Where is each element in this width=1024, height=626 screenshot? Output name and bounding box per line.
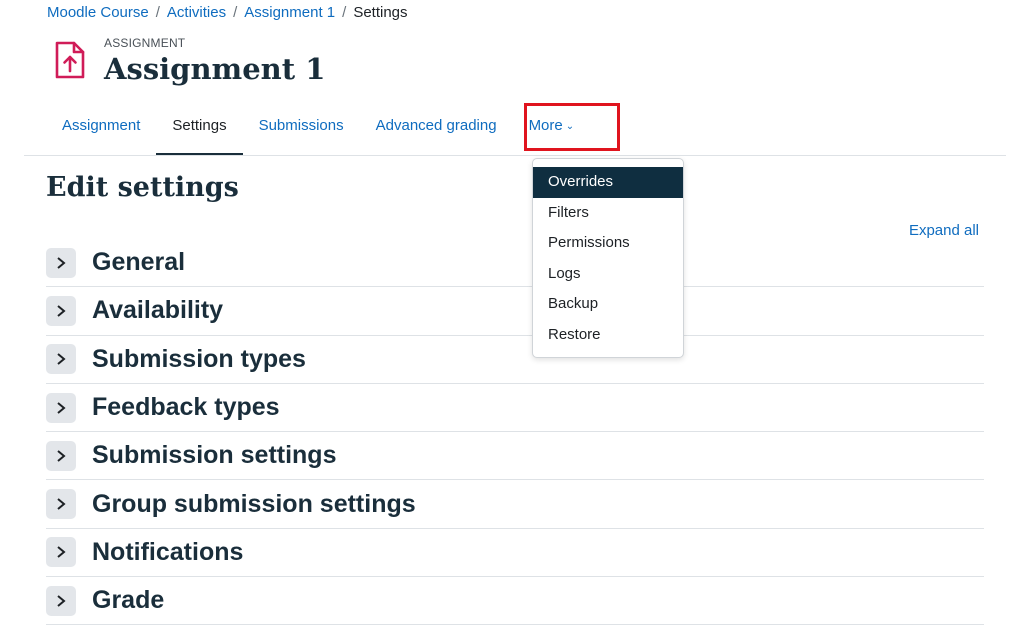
section-notifications[interactable]: Notifications xyxy=(46,529,984,578)
menu-item-overrides[interactable]: Overrides xyxy=(533,167,683,198)
nav-divider xyxy=(24,155,1006,156)
breadcrumb-link-activities[interactable]: Activities xyxy=(167,4,226,21)
chevron-right-icon[interactable] xyxy=(46,537,76,568)
more-dropdown-menu: Overrides Filters Permissions Logs Backu… xyxy=(532,158,684,358)
secondary-navigation: Assignment Settings Submissions Advanced… xyxy=(46,100,590,156)
breadcrumb: Moodle Course / Activities / Assignment … xyxy=(47,4,408,21)
menu-item-restore[interactable]: Restore xyxy=(533,320,683,351)
section-group-submission-settings[interactable]: Group submission settings xyxy=(46,480,984,529)
section-submission-types[interactable]: Submission types xyxy=(46,336,984,384)
menu-item-logs[interactable]: Logs xyxy=(533,259,683,290)
page-title: Assignment 1 xyxy=(104,52,326,86)
tab-settings[interactable]: Settings xyxy=(156,100,243,156)
section-heading: Edit settings xyxy=(46,172,239,203)
chevron-right-icon[interactable] xyxy=(46,295,76,326)
section-label: Grade xyxy=(92,586,165,615)
section-label: Availability xyxy=(92,296,224,325)
breadcrumb-separator: / xyxy=(155,4,160,21)
section-availability[interactable]: Availability xyxy=(46,287,984,336)
breadcrumb-link-course[interactable]: Moodle Course xyxy=(47,4,149,21)
section-label: Submission settings xyxy=(92,441,337,470)
section-general[interactable]: General xyxy=(46,239,984,288)
breadcrumb-link-assignment[interactable]: Assignment 1 xyxy=(244,4,335,21)
tab-more[interactable]: More ⌄ xyxy=(513,100,591,156)
expand-all-link[interactable]: Expand all xyxy=(909,222,979,239)
breadcrumb-separator: / xyxy=(342,4,347,21)
activity-type-label: ASSIGNMENT xyxy=(104,36,186,50)
chevron-right-icon[interactable] xyxy=(46,247,76,278)
breadcrumb-current: Settings xyxy=(353,4,408,21)
chevron-right-icon[interactable] xyxy=(46,489,76,520)
menu-item-permissions[interactable]: Permissions xyxy=(533,228,683,259)
file-upload-icon xyxy=(53,40,87,80)
section-label: Submission types xyxy=(92,344,306,373)
section-label: Feedback types xyxy=(92,393,280,422)
tab-advanced-grading[interactable]: Advanced grading xyxy=(360,100,513,156)
tab-submissions[interactable]: Submissions xyxy=(243,100,360,156)
settings-sections: General Availability Submission types Fe… xyxy=(46,239,984,626)
section-submission-settings[interactable]: Submission settings xyxy=(46,432,984,481)
menu-item-backup[interactable]: Backup xyxy=(533,289,683,320)
tab-assignment[interactable]: Assignment xyxy=(46,100,156,156)
chevron-right-icon[interactable] xyxy=(46,585,76,616)
breadcrumb-separator: / xyxy=(233,4,238,21)
section-feedback-types[interactable]: Feedback types xyxy=(46,384,984,433)
chevron-right-icon[interactable] xyxy=(46,440,76,471)
section-label: General xyxy=(92,248,186,277)
chevron-down-icon: ⌄ xyxy=(565,121,575,132)
menu-item-filters[interactable]: Filters xyxy=(533,198,683,229)
section-label: Group submission settings xyxy=(92,489,416,518)
chevron-right-icon[interactable] xyxy=(46,344,76,375)
section-label: Notifications xyxy=(92,537,244,566)
section-grade[interactable]: Grade xyxy=(46,577,984,626)
chevron-right-icon[interactable] xyxy=(46,392,76,423)
